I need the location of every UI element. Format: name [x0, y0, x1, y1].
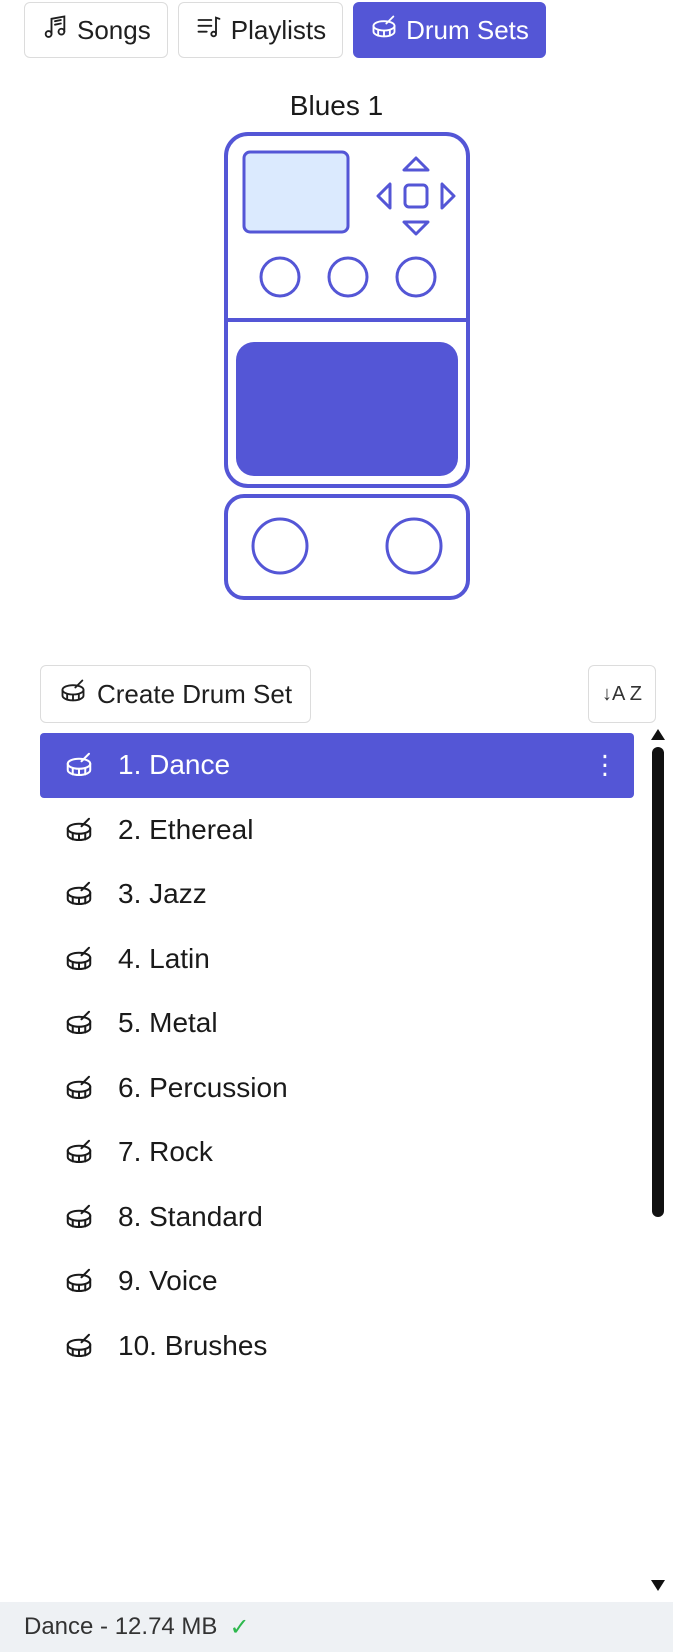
tab-drum-sets-label: Drum Sets	[406, 14, 529, 45]
create-drum-set-button[interactable]: Create Drum Set	[40, 665, 312, 723]
list-item-label: 2. Ethereal	[118, 813, 254, 845]
list-item-label: 1. Dance	[118, 749, 231, 781]
device-footswitch-left	[251, 517, 309, 575]
drum-machine-illustration	[218, 132, 482, 632]
drum-icon	[64, 1073, 94, 1103]
device-knob-3	[395, 256, 437, 298]
drum-icon	[64, 1137, 94, 1167]
list-item[interactable]: 2. Ethereal	[40, 798, 634, 863]
scrollbar-thumb[interactable]	[652, 747, 664, 1217]
list-item[interactable]: 6. Percussion	[40, 1056, 634, 1121]
more-options-icon[interactable]: ⋮	[592, 750, 618, 781]
device-knob-2	[327, 256, 369, 298]
scroll-up-icon[interactable]	[651, 729, 665, 740]
device-pad-area	[236, 342, 458, 476]
list-item-label: 4. Latin	[118, 942, 210, 974]
list-item[interactable]: 5. Metal	[40, 991, 634, 1056]
drum-icon	[64, 750, 94, 780]
check-icon: ✓	[229, 1613, 250, 1641]
drum-icon	[370, 13, 398, 48]
drum-icon	[64, 1008, 94, 1038]
device-title: Blues 1	[289, 90, 384, 121]
status-text: Dance - 12.74 MB	[24, 1613, 218, 1640]
device-lower-body	[224, 494, 470, 600]
top-tab-bar: Songs Playlists Drum Sets	[24, 2, 546, 58]
drum-set-list: 1. Dance ⋮ 2. Ethereal 3. Jazz 4. Latin	[40, 733, 634, 1593]
create-drum-set-label: Create Drum Set	[97, 678, 293, 709]
drum-icon	[64, 815, 94, 845]
list-item[interactable]: 3. Jazz	[40, 862, 634, 927]
dpad-icon	[376, 156, 456, 236]
list-item[interactable]: 9. Voice	[40, 1249, 634, 1314]
status-bar: Dance - 12.74 MB ✓	[0, 1602, 673, 1652]
list-item[interactable]: 10. Brushes	[40, 1314, 634, 1379]
list-item-label: 5. Metal	[118, 1007, 218, 1039]
list-item-label: 6. Percussion	[118, 1071, 288, 1103]
list-item[interactable]: 7. Rock	[40, 1120, 634, 1185]
device-knob-1	[259, 256, 301, 298]
music-note-icon	[41, 13, 69, 48]
scroll-down-icon[interactable]	[651, 1580, 665, 1591]
drum-icon	[64, 879, 94, 909]
list-item[interactable]: 1. Dance ⋮	[40, 733, 634, 798]
drum-set-toolbar: Create Drum Set ↓A Z	[40, 665, 656, 723]
tab-playlists-label: Playlists	[230, 14, 327, 45]
drum-icon	[64, 1266, 94, 1296]
device-screen	[242, 150, 350, 234]
list-item[interactable]: 8. Standard	[40, 1185, 634, 1250]
drum-icon	[64, 1202, 94, 1232]
list-scrollbar[interactable]	[648, 725, 668, 1595]
sort-alpha-icon: ↓A Z	[601, 682, 642, 705]
device-footswitch-right	[385, 517, 443, 575]
list-item-label: 8. Standard	[118, 1200, 263, 1232]
tab-songs[interactable]: Songs	[24, 2, 168, 58]
list-item[interactable]: 4. Latin	[40, 927, 634, 992]
drum-icon	[59, 677, 87, 712]
tab-drum-sets[interactable]: Drum Sets	[353, 2, 546, 58]
tab-songs-label: Songs	[77, 14, 151, 45]
sort-button[interactable]: ↓A Z	[588, 665, 656, 723]
tab-playlists[interactable]: Playlists	[177, 2, 344, 58]
list-item-label: 9. Voice	[118, 1265, 218, 1297]
drum-icon	[64, 1331, 94, 1361]
list-item-label: 7. Rock	[118, 1136, 213, 1168]
list-item-label: 10. Brushes	[118, 1329, 268, 1361]
playlist-icon	[195, 13, 223, 48]
drum-icon	[64, 944, 94, 974]
list-item-label: 3. Jazz	[118, 878, 207, 910]
